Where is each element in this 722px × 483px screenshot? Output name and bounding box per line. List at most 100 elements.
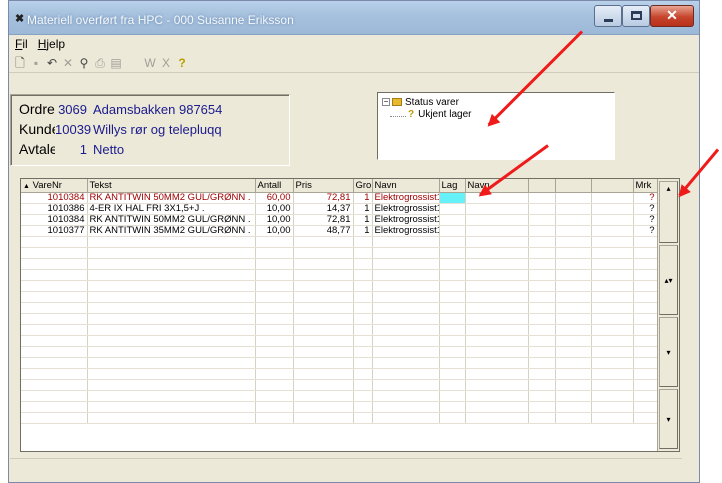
preview-icon[interactable]: ▤ — [109, 56, 123, 70]
col-tekst[interactable]: Tekst — [87, 179, 256, 193]
empty-cell[interactable] — [353, 280, 373, 292]
table-row[interactable] — [21, 236, 658, 248]
empty-cell[interactable] — [255, 258, 294, 270]
empty-cell[interactable] — [465, 291, 529, 303]
empty-cell[interactable] — [528, 357, 556, 369]
empty-cell[interactable] — [633, 247, 658, 259]
empty-cell[interactable] — [87, 302, 256, 314]
empty-cell[interactable] — [21, 258, 88, 270]
cell-mrk[interactable]: ? — [633, 192, 658, 204]
empty-cell[interactable] — [633, 324, 658, 336]
cell-lagernavn[interactable] — [465, 214, 529, 226]
empty-cell[interactable] — [372, 324, 440, 336]
empty-cell[interactable] — [465, 368, 529, 380]
cell-gro[interactable]: 1 — [353, 203, 373, 215]
title-bar[interactable]: ✖ Materiell overført fra HPC - 000 Susan… — [9, 1, 699, 35]
empty-cell[interactable] — [293, 357, 354, 369]
empty-cell[interactable] — [372, 302, 440, 314]
empty-cell[interactable] — [555, 379, 592, 391]
empty-cell[interactable] — [591, 247, 634, 259]
empty-cell[interactable] — [293, 302, 354, 314]
table-row[interactable] — [21, 291, 658, 303]
empty-cell[interactable] — [439, 302, 466, 314]
empty-cell[interactable] — [465, 412, 529, 424]
empty-cell[interactable] — [633, 258, 658, 270]
empty-cell[interactable] — [293, 324, 354, 336]
empty-cell[interactable] — [21, 313, 88, 325]
col-lag[interactable]: Lag — [439, 179, 466, 193]
empty-cell[interactable] — [353, 236, 373, 248]
empty-cell[interactable] — [353, 390, 373, 402]
cell-pris[interactable]: 72,81 — [293, 214, 354, 226]
empty-cell[interactable] — [528, 412, 556, 424]
table-row[interactable] — [21, 390, 658, 402]
cell-navn[interactable]: Elektrogrossist1 — [372, 192, 440, 204]
empty-cell[interactable] — [439, 291, 466, 303]
scroll-up-button[interactable]: ▴▾ — [659, 245, 678, 315]
empty-cell[interactable] — [353, 346, 373, 358]
empty-cell[interactable] — [439, 313, 466, 325]
empty-cell[interactable] — [633, 291, 658, 303]
empty-cell[interactable] — [465, 258, 529, 270]
find-icon[interactable]: ⚲ — [77, 56, 91, 70]
empty-cell[interactable] — [293, 368, 354, 380]
empty-cell[interactable] — [21, 412, 88, 424]
cell-mrk[interactable]: ? — [633, 214, 658, 226]
empty-cell[interactable] — [528, 390, 556, 402]
empty-cell[interactable] — [591, 335, 634, 347]
empty-cell[interactable] — [591, 313, 634, 325]
empty-cell[interactable] — [353, 335, 373, 347]
empty-cell[interactable] — [633, 236, 658, 248]
empty-cell[interactable] — [465, 313, 529, 325]
tree-root[interactable]: − Status varer — [382, 96, 614, 108]
empty-cell[interactable] — [353, 357, 373, 369]
empty-cell[interactable] — [353, 324, 373, 336]
empty-cell[interactable] — [372, 258, 440, 270]
empty-cell[interactable] — [87, 379, 256, 391]
empty-cell[interactable] — [465, 357, 529, 369]
empty-cell[interactable] — [353, 269, 373, 281]
col-varenr[interactable]: ▲ VareNr — [21, 179, 88, 193]
empty-cell[interactable] — [372, 368, 440, 380]
col-antall[interactable]: Antall — [255, 179, 294, 193]
cell-tekst[interactable]: 4-ER IX HAL FRI 3X1,5+J . — [87, 203, 256, 215]
empty-cell[interactable] — [555, 346, 592, 358]
empty-cell[interactable] — [439, 269, 466, 281]
empty-cell[interactable] — [439, 346, 466, 358]
empty-cell[interactable] — [372, 379, 440, 391]
empty-cell[interactable] — [465, 379, 529, 391]
table-row[interactable] — [21, 280, 658, 292]
cell-blank1[interactable] — [528, 225, 556, 237]
empty-cell[interactable] — [555, 412, 592, 424]
vertical-scrollbar[interactable]: ▴ ▴▾ ▾ ▾ — [657, 179, 679, 451]
empty-cell[interactable] — [439, 236, 466, 248]
empty-cell[interactable] — [255, 346, 294, 358]
empty-cell[interactable] — [372, 291, 440, 303]
col-blank-2[interactable] — [555, 179, 592, 193]
cell-pris[interactable]: 48,77 — [293, 225, 354, 237]
empty-cell[interactable] — [555, 302, 592, 314]
cell-antall[interactable]: 10,00 — [255, 225, 294, 237]
empty-cell[interactable] — [353, 302, 373, 314]
empty-cell[interactable] — [21, 247, 88, 259]
empty-cell[interactable] — [528, 280, 556, 292]
empty-cell[interactable] — [591, 302, 634, 314]
empty-cell[interactable] — [465, 401, 529, 413]
empty-cell[interactable] — [465, 247, 529, 259]
empty-cell[interactable] — [528, 346, 556, 358]
empty-cell[interactable] — [633, 346, 658, 358]
empty-cell[interactable] — [255, 368, 294, 380]
empty-cell[interactable] — [293, 379, 354, 391]
empty-cell[interactable] — [293, 401, 354, 413]
empty-cell[interactable] — [21, 291, 88, 303]
empty-cell[interactable] — [528, 401, 556, 413]
empty-cell[interactable] — [465, 390, 529, 402]
empty-cell[interactable] — [528, 324, 556, 336]
table-row[interactable] — [21, 368, 658, 380]
empty-cell[interactable] — [255, 379, 294, 391]
empty-cell[interactable] — [555, 368, 592, 380]
cell-lag[interactable] — [438, 191, 466, 204]
cell-blank1[interactable] — [528, 192, 556, 204]
excel-icon[interactable]: X — [159, 56, 173, 70]
table-row[interactable] — [21, 412, 658, 424]
